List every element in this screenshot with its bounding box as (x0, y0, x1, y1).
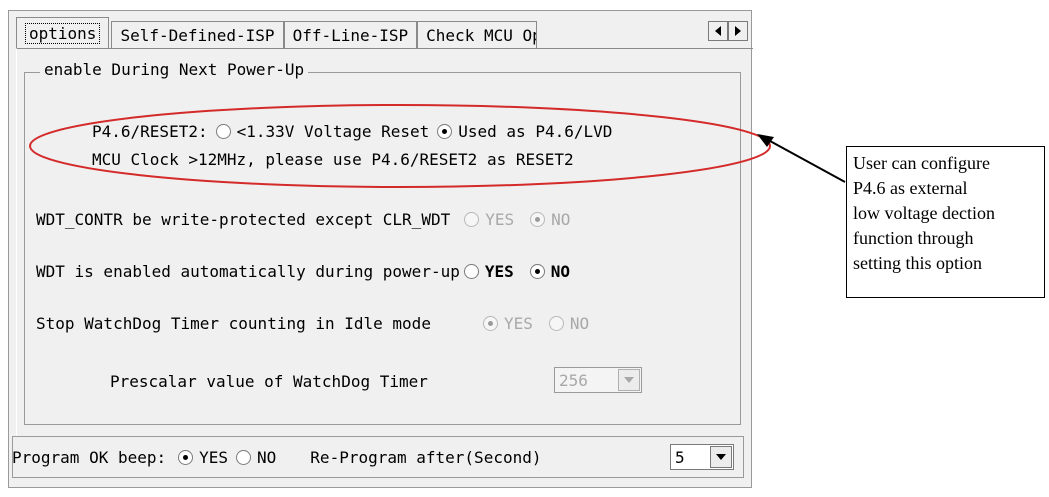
highlight-ellipse (29, 104, 771, 188)
annotation-line-4: function through (853, 228, 974, 248)
annotation-line-1: User can configure (853, 153, 990, 173)
annotation-arrow-line (769, 140, 846, 183)
annotation-line-5: setting this option (853, 253, 983, 273)
annotation-arrowhead-icon (757, 134, 774, 147)
annotation-callout: User can configure P4.6 as external low … (846, 146, 1045, 298)
annotation-line-2: P4.6 as external (853, 178, 968, 198)
annotation-line-3: low voltage dection (853, 203, 995, 223)
